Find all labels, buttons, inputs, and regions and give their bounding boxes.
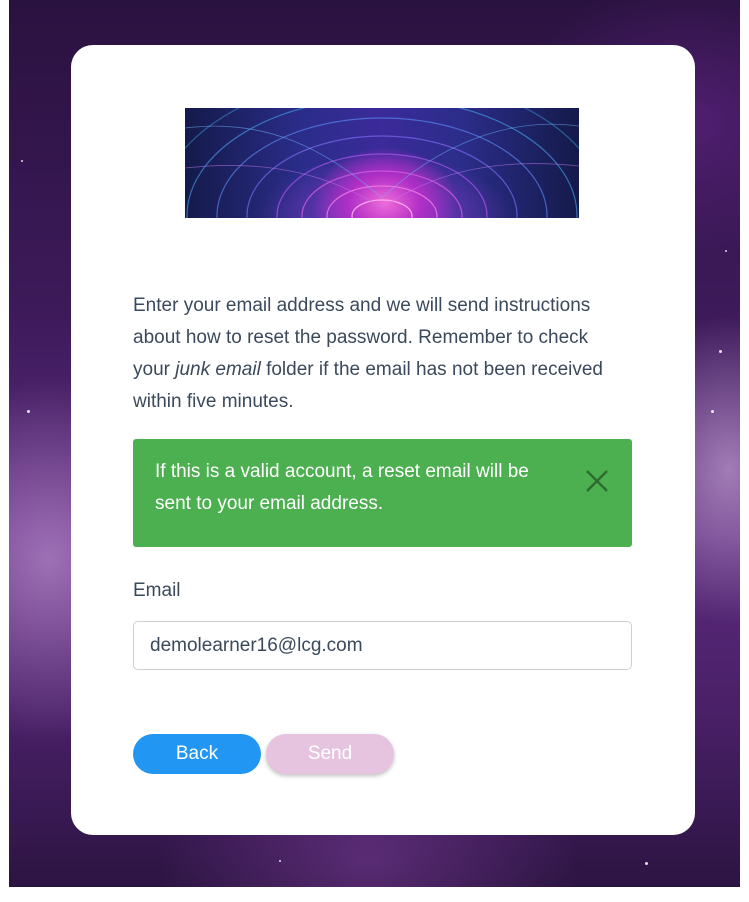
send-button[interactable]: Send bbox=[266, 734, 394, 774]
star bbox=[725, 250, 727, 252]
back-button[interactable]: Back bbox=[133, 734, 261, 774]
email-field[interactable] bbox=[133, 621, 632, 670]
success-alert: If this is a valid account, a reset emai… bbox=[133, 439, 632, 547]
close-icon[interactable] bbox=[582, 466, 612, 496]
star bbox=[711, 410, 714, 413]
banner-image bbox=[185, 108, 579, 218]
star bbox=[719, 350, 722, 353]
password-reset-card: Enter your email address and we will sen… bbox=[71, 45, 695, 835]
alert-message: If this is a valid account, a reset emai… bbox=[155, 461, 529, 514]
reset-instructions: Enter your email address and we will sen… bbox=[133, 290, 603, 418]
email-label: Email bbox=[133, 580, 181, 601]
junk-email-emphasis: junk email bbox=[175, 359, 261, 380]
background-starfield: Enter your email address and we will sen… bbox=[9, 0, 740, 887]
star bbox=[645, 862, 648, 865]
swirl-graphic bbox=[185, 108, 579, 218]
star bbox=[279, 860, 281, 862]
star bbox=[21, 160, 23, 162]
star bbox=[27, 410, 30, 413]
